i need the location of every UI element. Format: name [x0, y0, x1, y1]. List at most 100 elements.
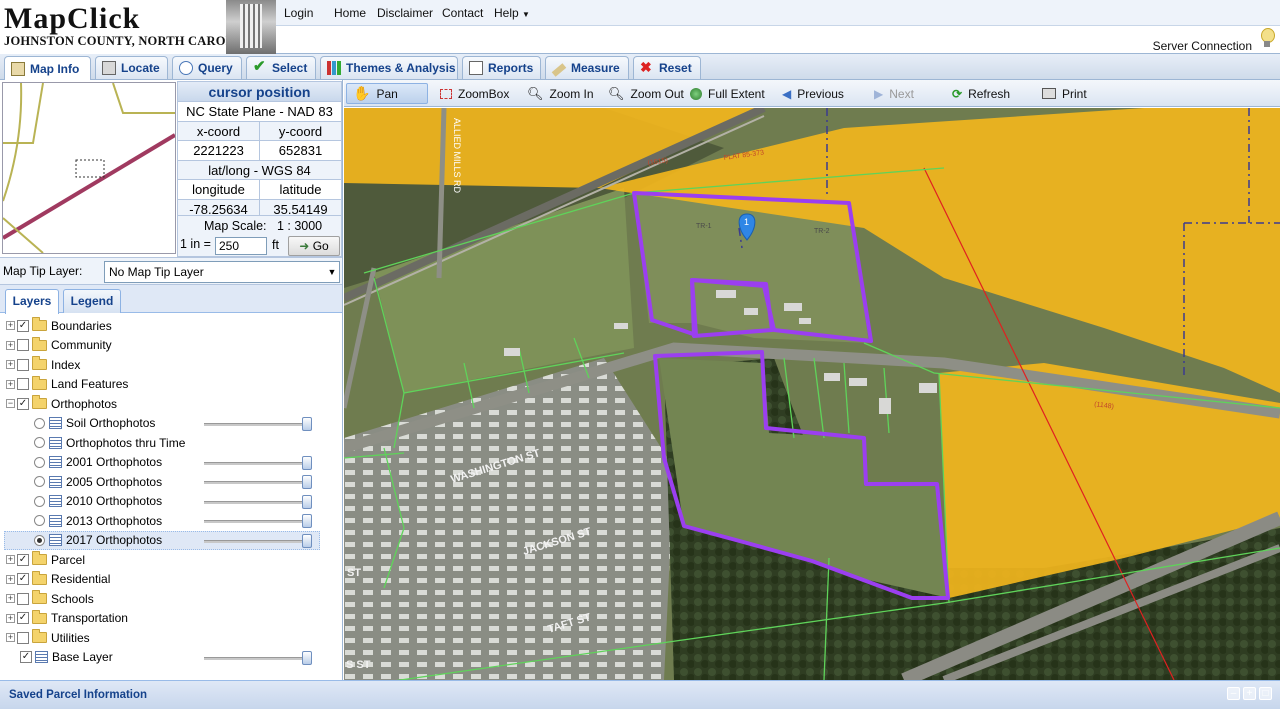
expand-icon[interactable]: + — [1243, 687, 1256, 700]
full-extent-button[interactable]: Full Extent — [684, 83, 771, 104]
previous-button[interactable]: ◀ Previous — [776, 83, 850, 104]
map-view[interactable]: ALLIED MILLS RD WASHINGTON ST JACKSON ST… — [344, 108, 1280, 680]
layer-checkbox[interactable]: ✓ — [17, 553, 29, 566]
opacity-slider[interactable] — [204, 533, 316, 548]
expand-toggle-icon[interactable]: + — [6, 574, 15, 584]
layer-utilities[interactable]: + Utilities — [6, 628, 90, 647]
layer-boundaries[interactable]: + ✓ Boundaries — [6, 316, 112, 335]
ortho-orthophotos-thru-time[interactable]: Orthophotos thru Time — [34, 433, 185, 452]
menu-login[interactable]: Login — [284, 6, 313, 20]
menu-home[interactable]: Home — [334, 6, 366, 20]
tab-select[interactable]: ✔ Select — [246, 56, 316, 79]
tab-query[interactable]: Query — [172, 56, 242, 79]
layer-residential[interactable]: + ✓ Residential — [6, 570, 110, 589]
collapse-icon[interactable]: – — [1227, 687, 1240, 700]
layer-community[interactable]: + Community — [6, 336, 112, 355]
ortho-2005-orthophotos[interactable]: 2005 Orthophotos — [34, 472, 162, 491]
label-st-left: ST — [347, 567, 361, 579]
menu-contact[interactable]: Contact — [442, 6, 483, 20]
layer-parcel[interactable]: + ✓ Parcel — [6, 550, 85, 569]
layer-base-layer[interactable]: ✓ Base Layer — [20, 648, 113, 667]
slider-thumb[interactable] — [302, 514, 312, 528]
ortho-2010-orthophotos[interactable]: 2010 Orthophotos — [34, 492, 162, 511]
logo-subtitle: JOHNSTON COUNTY, NORTH CAROLINA — [4, 34, 258, 48]
layer-index[interactable]: + Index — [6, 355, 80, 374]
saved-parcel-panel[interactable]: Saved Parcel Information – + □ — [0, 680, 1280, 709]
opacity-slider[interactable] — [204, 494, 316, 509]
tab-themes-analysis[interactable]: Themes & Analysis — [320, 56, 458, 79]
opacity-slider[interactable] — [204, 514, 316, 528]
pan-button[interactable]: ✋ Pan — [346, 83, 428, 104]
overview-map[interactable] — [1, 82, 177, 254]
slider-thumb[interactable] — [302, 416, 312, 431]
layer-checkbox[interactable]: ✓ — [17, 319, 29, 332]
opacity-slider[interactable] — [204, 475, 316, 489]
tab-reset[interactable]: ✖ Reset — [633, 56, 701, 79]
opacity-slider[interactable] — [204, 650, 316, 665]
layer-transportation[interactable]: + ✓ Transportation — [6, 609, 128, 628]
layer-checkbox[interactable] — [17, 378, 29, 390]
menu-disclaimer[interactable]: Disclaimer — [377, 6, 433, 20]
layer-checkbox[interactable] — [17, 631, 29, 644]
radio-button[interactable] — [34, 495, 45, 507]
slider-thumb[interactable] — [302, 533, 312, 548]
tab-measure[interactable]: Measure — [545, 56, 629, 79]
radio-button[interactable] — [34, 417, 45, 429]
bar-chart-icon — [327, 61, 341, 75]
layer-orthophotos[interactable]: − ✓ Orthophotos — [6, 394, 117, 413]
next-button[interactable]: ▶ Next — [868, 83, 920, 104]
layer-label: Orthophotos — [51, 396, 118, 411]
radio-button[interactable] — [34, 476, 45, 487]
tab-reports[interactable]: Reports — [462, 56, 541, 79]
slider-thumb[interactable] — [302, 494, 312, 509]
ortho-2013-orthophotos[interactable]: 2013 Orthophotos — [34, 511, 162, 530]
ortho-2001-orthophotos[interactable]: 2001 Orthophotos — [34, 453, 162, 472]
slider-thumb[interactable] — [302, 455, 312, 470]
refresh-button[interactable]: ⟳ Refresh — [946, 83, 1016, 104]
expand-toggle-icon[interactable]: + — [6, 594, 15, 603]
layer-checkbox[interactable]: ✓ — [17, 397, 29, 410]
check-icon: ✔ — [253, 58, 266, 75]
tab-map-info[interactable]: Map Info — [4, 56, 91, 80]
radio-button[interactable] — [34, 534, 45, 546]
layer-land-features[interactable]: + Land Features — [6, 375, 128, 394]
zoom-in-button[interactable]: 🔍︎ Zoom In — [521, 83, 600, 104]
collapse-toggle-icon[interactable]: − — [6, 399, 15, 408]
tab-layers[interactable]: Layers — [5, 289, 59, 314]
map-scale-box: Map Scale: 1 : 3000 1 in = 250 ft ➜ Go — [177, 215, 342, 257]
tab-legend[interactable]: Legend — [63, 289, 121, 313]
zoombox-button[interactable]: ZoomBox — [434, 83, 515, 104]
layer-checkbox[interactable] — [17, 358, 29, 371]
layer-checkbox[interactable]: ✓ — [17, 612, 29, 624]
ortho-soil-orthophotos[interactable]: Soil Orthophotos — [34, 414, 155, 433]
scale-input[interactable]: 250 — [215, 237, 267, 255]
slider-thumb[interactable] — [302, 475, 312, 489]
ortho-label: 2013 Orthophotos — [66, 513, 163, 528]
expand-toggle-icon[interactable]: + — [6, 360, 15, 369]
layer-label: Base Layer — [52, 650, 113, 664]
layer-schools[interactable]: + Schools — [6, 589, 94, 608]
expand-toggle-icon[interactable]: + — [6, 633, 15, 642]
expand-toggle-icon[interactable]: + — [6, 321, 15, 330]
expand-toggle-icon[interactable]: + — [6, 555, 15, 564]
layer-checkbox[interactable] — [17, 339, 29, 351]
print-button[interactable]: Print — [1036, 83, 1093, 104]
map-tip-select[interactable]: No Map Tip Layer ▼ — [104, 261, 340, 283]
zoom-out-button[interactable]: 🔍︎ Zoom Out — [602, 83, 690, 104]
restore-icon[interactable]: □ — [1259, 687, 1272, 700]
expand-toggle-icon[interactable]: + — [6, 613, 15, 623]
expand-toggle-icon[interactable]: + — [6, 340, 15, 350]
tab-locate[interactable]: Locate — [95, 56, 168, 79]
radio-button[interactable] — [34, 515, 45, 526]
slider-thumb[interactable] — [302, 650, 312, 665]
layer-checkbox[interactable]: ✓ — [20, 651, 32, 663]
layer-checkbox[interactable]: ✓ — [17, 573, 29, 585]
menu-help[interactable]: Help ▼ — [494, 6, 530, 20]
go-button[interactable]: ➜ Go — [288, 236, 340, 256]
radio-button[interactable] — [34, 456, 45, 468]
opacity-slider[interactable] — [204, 416, 316, 431]
expand-toggle-icon[interactable]: + — [6, 379, 15, 389]
layer-checkbox[interactable] — [17, 592, 29, 605]
opacity-slider[interactable] — [204, 455, 316, 470]
radio-button[interactable] — [34, 437, 45, 448]
